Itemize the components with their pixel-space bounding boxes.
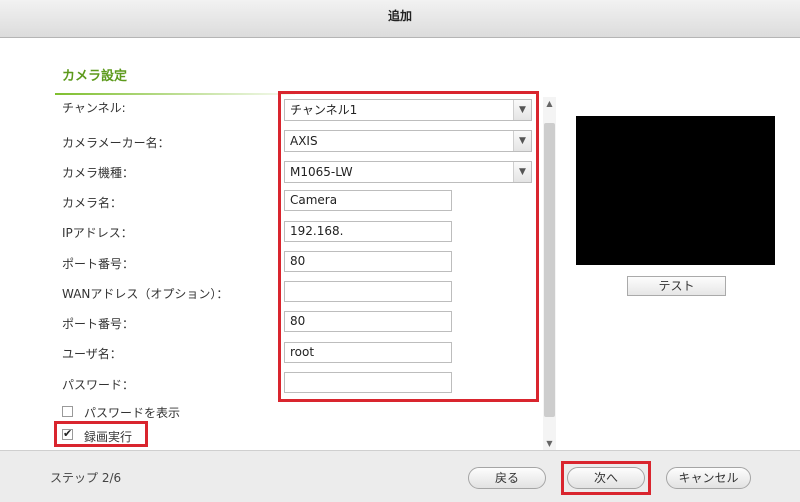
highlight-box-next	[561, 461, 651, 495]
test-button[interactable]: テスト	[627, 276, 726, 296]
scroll-up-icon[interactable]: ▲	[543, 97, 556, 110]
wan-port-label: ポート番号：	[62, 317, 135, 331]
scroll-down-icon[interactable]: ▼	[543, 437, 556, 450]
form-scrollbar[interactable]: ▲ ▼	[543, 97, 556, 450]
port-label: ポート番号：	[62, 257, 135, 271]
dialog-footer: ステップ 2/6 戻る 次へ キャンセル	[0, 450, 800, 502]
username-label: ユーザ名：	[62, 347, 122, 361]
section-divider	[55, 93, 295, 95]
camera-preview	[576, 116, 775, 265]
show-password-checkbox[interactable]	[62, 406, 73, 417]
password-label: パスワード：	[62, 378, 135, 392]
highlight-box-record	[54, 421, 148, 447]
highlight-box-fields	[278, 91, 539, 402]
cancel-button[interactable]: キャンセル	[666, 467, 751, 489]
model-label: カメラ機種：	[62, 166, 135, 180]
back-button[interactable]: 戻る	[468, 467, 546, 489]
camera-name-label: カメラ名：	[62, 196, 123, 210]
section-title: カメラ設定	[62, 69, 128, 84]
channel-label: チャンネル:	[62, 101, 126, 115]
dialog-content: カメラ設定 チャンネル: チャンネル1 ▼ カメラメーカー名： AXIS ▼ カ…	[0, 38, 800, 450]
show-password-label: パスワードを表示	[84, 406, 181, 420]
step-indicator: ステップ 2/6	[50, 471, 122, 485]
wan-address-label: WANアドレス（オプション）：	[62, 287, 229, 301]
maker-label: カメラメーカー名：	[62, 136, 170, 150]
scroll-thumb[interactable]	[544, 123, 555, 417]
ip-address-label: IPアドレス：	[62, 226, 133, 240]
dialog-title: 追加	[0, 0, 800, 38]
